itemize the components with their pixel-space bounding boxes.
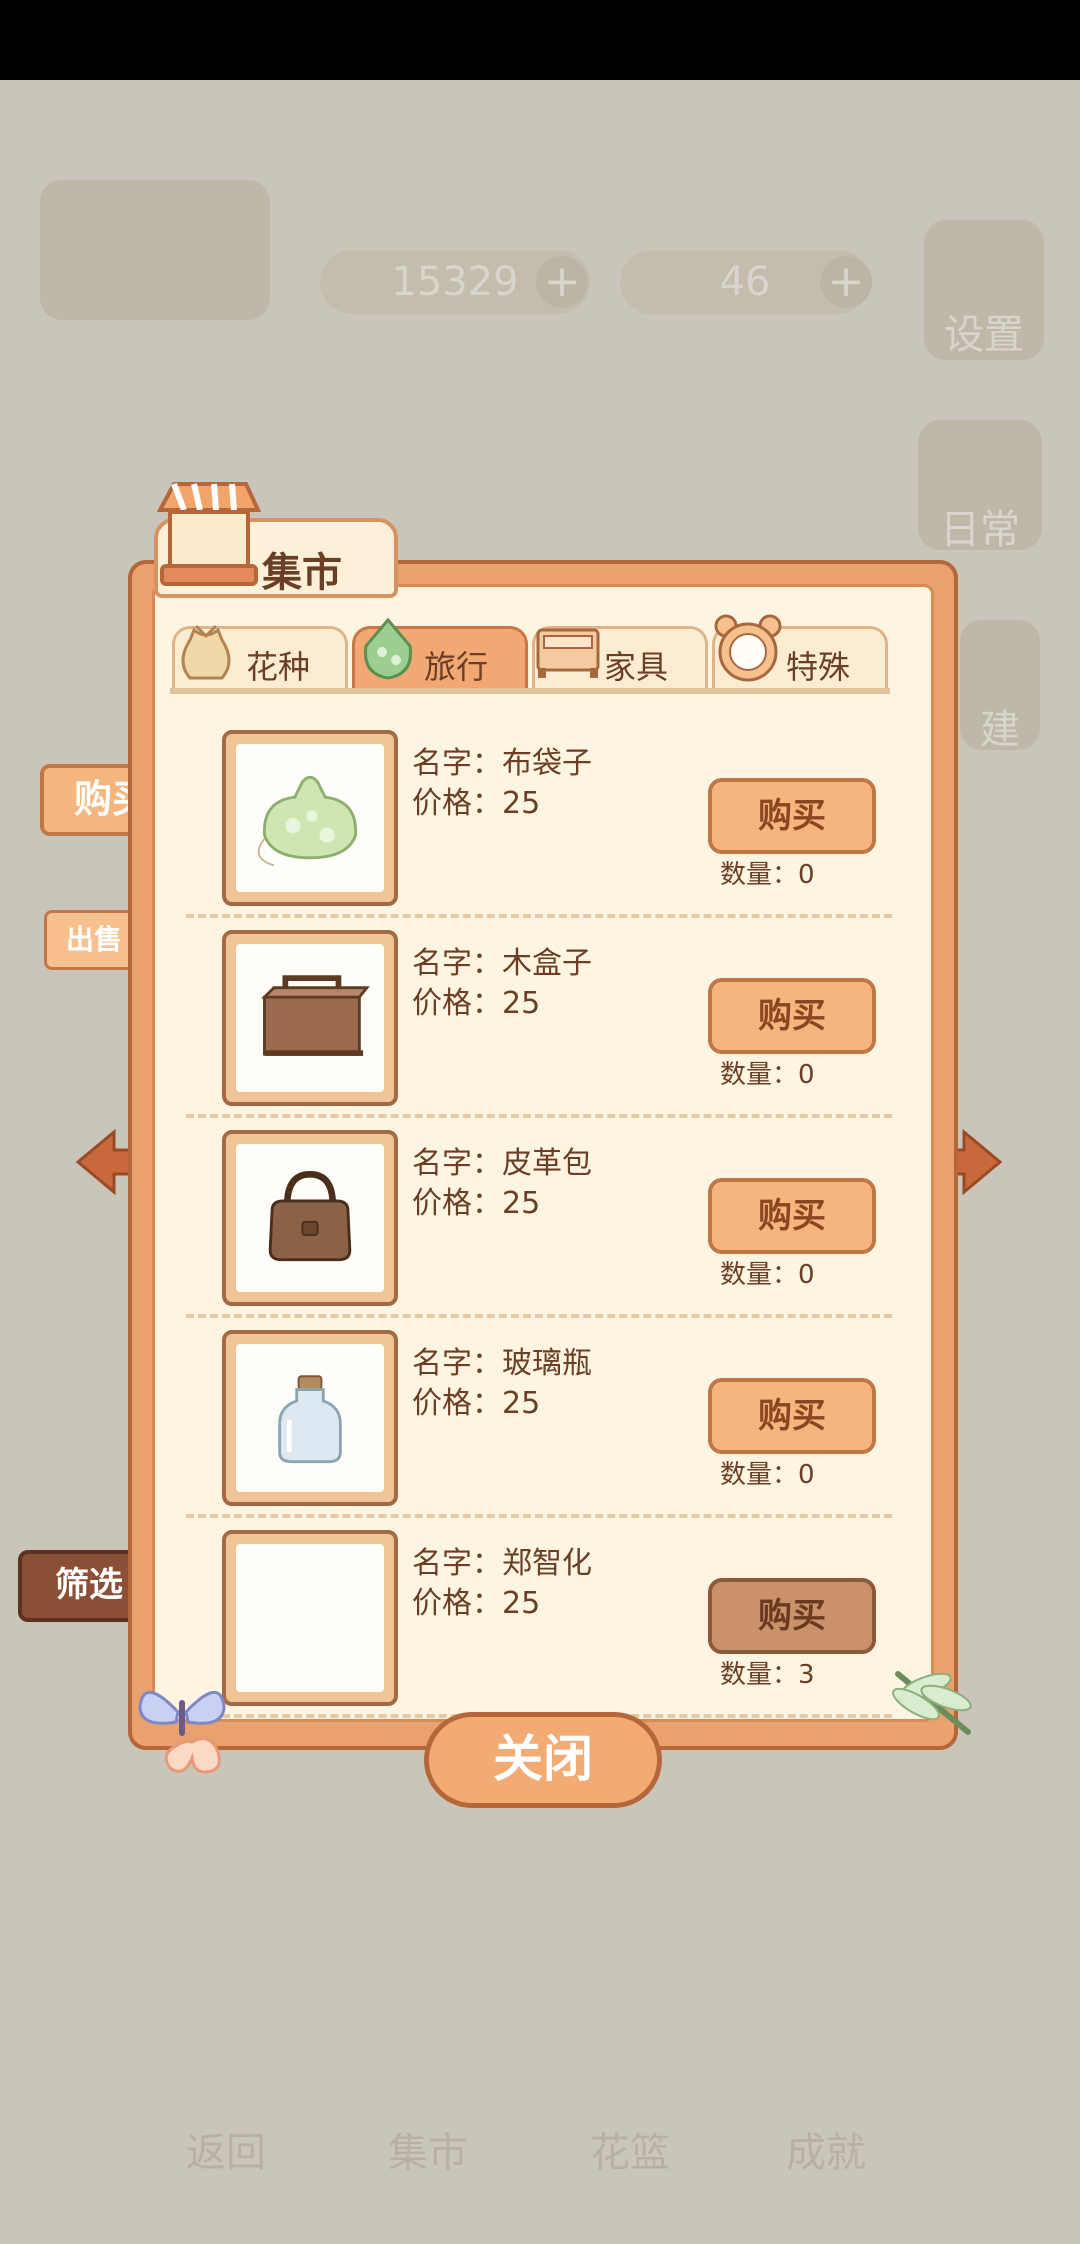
buy-button[interactable]: 购买 [708, 1178, 876, 1254]
coin-plus-icon: + [536, 256, 588, 308]
leather-bag-icon [268, 1171, 352, 1262]
market-stall-icon [156, 482, 262, 586]
item-price: 价格：25 [412, 786, 541, 821]
bg-nav-achievements: 成就 [786, 2130, 866, 2176]
tab-seeds-label: 花种 [246, 648, 311, 686]
filter-label: 筛选 [55, 1565, 123, 1605]
item-name: 名字：木盒子 [412, 946, 592, 981]
item-frame [222, 930, 398, 1106]
coin-counter: 15329 [320, 250, 590, 314]
item-frame [222, 1530, 398, 1706]
item-quantity: 数量：0 [720, 1060, 815, 1090]
item-frame [222, 1330, 398, 1506]
item-name: 名字：布袋子 [412, 746, 592, 781]
item-quantity: 数量：0 [720, 1460, 815, 1490]
item-photo [236, 744, 384, 892]
tab-underline [170, 688, 890, 694]
daily-label: 日常 [940, 507, 1020, 553]
item-quantity: 数量：3 [720, 1660, 815, 1690]
bed-icon [536, 628, 600, 678]
glass-bottle-icon [278, 1375, 342, 1464]
avatar-badge [40, 180, 270, 320]
tab-travel-label: 旅行 [424, 648, 489, 686]
item-photo [236, 1144, 384, 1292]
item-photo-blank [236, 1544, 384, 1692]
row-divider [186, 1314, 892, 1318]
item-price: 价格：25 [412, 1386, 541, 1421]
item-name: 名字：郑智化 [412, 1546, 592, 1581]
item-price: 价格：25 [412, 1586, 541, 1621]
dragonfly-icon [892, 1671, 972, 1735]
buy-button[interactable]: 购买 [708, 1578, 876, 1654]
gem-plus-icon: + [820, 256, 872, 308]
travel-bundle-icon [363, 617, 413, 680]
butterfly-icon [138, 1690, 226, 1774]
close-button[interactable]: 关闭 [424, 1712, 662, 1808]
item-quantity: 数量：0 [720, 860, 815, 890]
market-title: 集市 [262, 550, 342, 596]
coin-value: 15329 [391, 259, 519, 305]
status-bar [0, 0, 1080, 80]
seed-bag-icon [181, 624, 231, 680]
wooden-box-icon [261, 975, 370, 1056]
bg-nav-market: 集市 [388, 2130, 468, 2176]
row-divider [186, 1514, 892, 1518]
item-price: 价格：25 [412, 986, 541, 1021]
gem-value: 46 [719, 259, 771, 305]
build-button: 建 [960, 620, 1040, 753]
buy-button[interactable]: 购买 [708, 778, 876, 854]
settings-label: 设置 [944, 312, 1024, 358]
item-name: 名字：皮革包 [412, 1146, 592, 1181]
side-sell-label: 出售 [65, 923, 122, 956]
frame-ring-icon [714, 614, 782, 682]
settings-button: 设置 [924, 220, 1044, 360]
daily-button: 日常 [918, 420, 1042, 553]
item-frame [222, 1130, 398, 1306]
buy-button[interactable]: 购买 [708, 978, 876, 1054]
bg-nav-basket: 花篮 [590, 2130, 670, 2176]
buy-button[interactable]: 购买 [708, 1378, 876, 1454]
tab-furniture-label: 家具 [604, 648, 669, 686]
build-label: 建 [980, 707, 1020, 753]
gem-counter: 46 [620, 250, 870, 314]
tab-special-label: 特殊 [786, 648, 851, 686]
item-photo [236, 1344, 384, 1492]
cloth-bag-icon [257, 775, 357, 867]
item-quantity: 数量：0 [720, 1260, 815, 1290]
row-divider [186, 914, 892, 918]
item-photo [236, 944, 384, 1092]
item-name: 名字：玻璃瓶 [412, 1346, 592, 1381]
row-divider [186, 1114, 892, 1118]
bg-nav-back: 返回 [186, 2130, 266, 2176]
item-frame [222, 730, 398, 906]
item-price: 价格：25 [412, 1186, 541, 1221]
